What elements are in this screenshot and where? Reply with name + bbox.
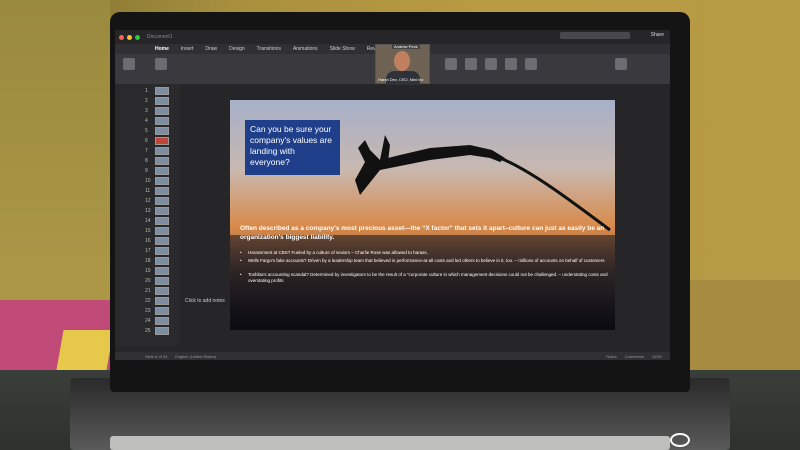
video-call-tile[interactable]: Andrew Peck Harsh Dev, CEO, Mini Inc xyxy=(375,44,430,85)
close-icon[interactable] xyxy=(119,34,124,40)
video-tag: Andrew Peck xyxy=(392,44,420,49)
power-icon[interactable] xyxy=(670,433,690,447)
slide-title: Can you be sure your company's values ar… xyxy=(250,124,332,167)
slide-thumbnail[interactable] xyxy=(155,317,169,325)
slide-thumbnail[interactable] xyxy=(155,237,169,245)
thumbnail-number: 18 xyxy=(145,258,151,264)
thumbnail-number: 14 xyxy=(145,218,151,224)
window-title: Document1 xyxy=(147,34,173,40)
thumbnail-number: 12 xyxy=(145,198,151,204)
tab-design[interactable]: Design xyxy=(229,46,245,52)
slide-thumbnail[interactable] xyxy=(155,177,169,185)
share-button[interactable]: Share xyxy=(651,32,664,38)
tab-insert[interactable]: Insert xyxy=(181,46,194,52)
video-label: Harsh Dev, CEO, Mini Inc xyxy=(378,77,424,82)
slide-thumbnail[interactable] xyxy=(155,207,169,215)
thumbnail-number: 15 xyxy=(145,228,151,234)
slide-thumbnail[interactable] xyxy=(155,137,169,145)
zoom-level[interactable]: 113% xyxy=(652,354,662,359)
slide-thumbnail[interactable] xyxy=(155,217,169,225)
slide-thumbnail[interactable] xyxy=(155,287,169,295)
thumbnail-number: 17 xyxy=(145,248,151,254)
app-window: Document1 Home Insert Draw Design Transition… xyxy=(115,30,670,360)
thumbnail-number: 2 xyxy=(145,98,148,104)
slide-thumbnail[interactable] xyxy=(155,247,169,255)
new-slide-icon[interactable] xyxy=(155,58,167,70)
slide-thumbnail[interactable] xyxy=(155,227,169,235)
language: English (United States) xyxy=(175,353,217,359)
slide-thumbnail[interactable] xyxy=(155,277,169,285)
thumbnail-number: 25 xyxy=(145,328,151,334)
search-input[interactable] xyxy=(560,32,630,39)
textbox-icon[interactable] xyxy=(485,58,497,70)
adobe-pdf-icon[interactable] xyxy=(615,58,627,70)
shapes-icon[interactable] xyxy=(465,58,477,70)
person-head xyxy=(394,51,410,71)
slide-thumbnail[interactable] xyxy=(155,127,169,135)
thumbnail-number: 22 xyxy=(145,298,151,304)
slide-thumbnail[interactable] xyxy=(155,327,169,335)
slide-thumbnail[interactable] xyxy=(155,187,169,195)
tab-transitions[interactable]: Transitions xyxy=(257,46,281,52)
thumbnail-number: 16 xyxy=(145,238,151,244)
pink-table xyxy=(0,300,114,380)
slide-thumbnail[interactable] xyxy=(155,87,169,95)
tab-home[interactable]: Home xyxy=(155,46,169,52)
bullet-2: Wells Fargo's fake accounts? Driven by a… xyxy=(240,258,610,264)
thumbnail-number: 3 xyxy=(145,108,148,114)
slide-thumbnails: 1 2 3 4 5 6 7 8 9 10 11 12 13 14 15 16 17 18 19 20 21 22 23 24 2… xyxy=(115,84,180,346)
thumbnail-number: 1 xyxy=(145,88,148,94)
thumbnail-number: 11 xyxy=(145,188,151,194)
slide-title-box[interactable]: Can you be sure your company's values ar… xyxy=(245,120,340,175)
thumbnail-number: 7 xyxy=(145,148,148,154)
thumbnail-number: 4 xyxy=(145,118,148,124)
slide-info: Slide 6 of 24 xyxy=(145,353,168,359)
bullet-1: Harassment at CBS? Fueled by a culture o… xyxy=(240,250,610,256)
tab-animations[interactable]: Animations xyxy=(293,46,318,52)
slide-thumbnail[interactable] xyxy=(155,157,169,165)
slide-thumbnail[interactable] xyxy=(155,197,169,205)
slide-thumbnail[interactable] xyxy=(155,147,169,155)
minimize-icon[interactable] xyxy=(127,34,132,40)
thumbnail-number: 6 xyxy=(145,138,148,144)
picture-icon[interactable] xyxy=(445,58,457,70)
paste-icon[interactable] xyxy=(123,58,135,70)
tab-draw[interactable]: Draw xyxy=(205,46,217,52)
slide-thumbnail[interactable] xyxy=(155,267,169,275)
thumbnail-number: 5 xyxy=(145,128,148,134)
status-bar: Slide 6 of 24 English (United States) No… xyxy=(115,352,670,360)
thumbnail-number: 21 xyxy=(145,288,151,294)
slide-thumbnail[interactable] xyxy=(155,167,169,175)
thumbnail-number: 8 xyxy=(145,158,148,164)
slide-thumbnail[interactable] xyxy=(155,107,169,115)
thumbnail-number: 10 xyxy=(145,178,151,184)
comments-toggle[interactable]: Comments xyxy=(625,354,644,359)
bullet-3: Toshiba's accounting scandal? Determined… xyxy=(240,272,610,284)
notes-toggle[interactable]: Notes xyxy=(606,354,616,359)
slide-thumbnail[interactable] xyxy=(155,97,169,105)
quick-styles-icon[interactable] xyxy=(525,58,537,70)
notes-placeholder[interactable]: Click to add notes xyxy=(185,298,225,304)
keyboard xyxy=(110,436,670,450)
thumbnail-number: 19 xyxy=(145,268,151,274)
thumbnail-number: 24 xyxy=(145,318,151,324)
maximize-icon[interactable] xyxy=(135,34,140,40)
slide-thumbnail[interactable] xyxy=(155,307,169,315)
thumbnail-number: 23 xyxy=(145,308,151,314)
thumbnail-number: 9 xyxy=(145,168,148,174)
slide-lead-text: Often described as a company's most prec… xyxy=(240,225,605,241)
thumbnail-number: 20 xyxy=(145,278,151,284)
slide-thumbnail[interactable] xyxy=(155,257,169,265)
slide-thumbnail[interactable] xyxy=(155,117,169,125)
slide-thumbnail[interactable] xyxy=(155,297,169,305)
tab-slide-show[interactable]: Slide Show xyxy=(330,46,355,52)
arrange-icon[interactable] xyxy=(505,58,517,70)
editor-area: 1 2 3 4 5 6 7 8 9 10 11 12 13 14 15 16 17 18 19 20 21 22 23 24 2… xyxy=(115,84,670,352)
current-slide[interactable]: Can you be sure your company's values ar… xyxy=(230,100,615,330)
yellow-object xyxy=(56,330,114,370)
thumbnail-number: 13 xyxy=(145,208,151,214)
